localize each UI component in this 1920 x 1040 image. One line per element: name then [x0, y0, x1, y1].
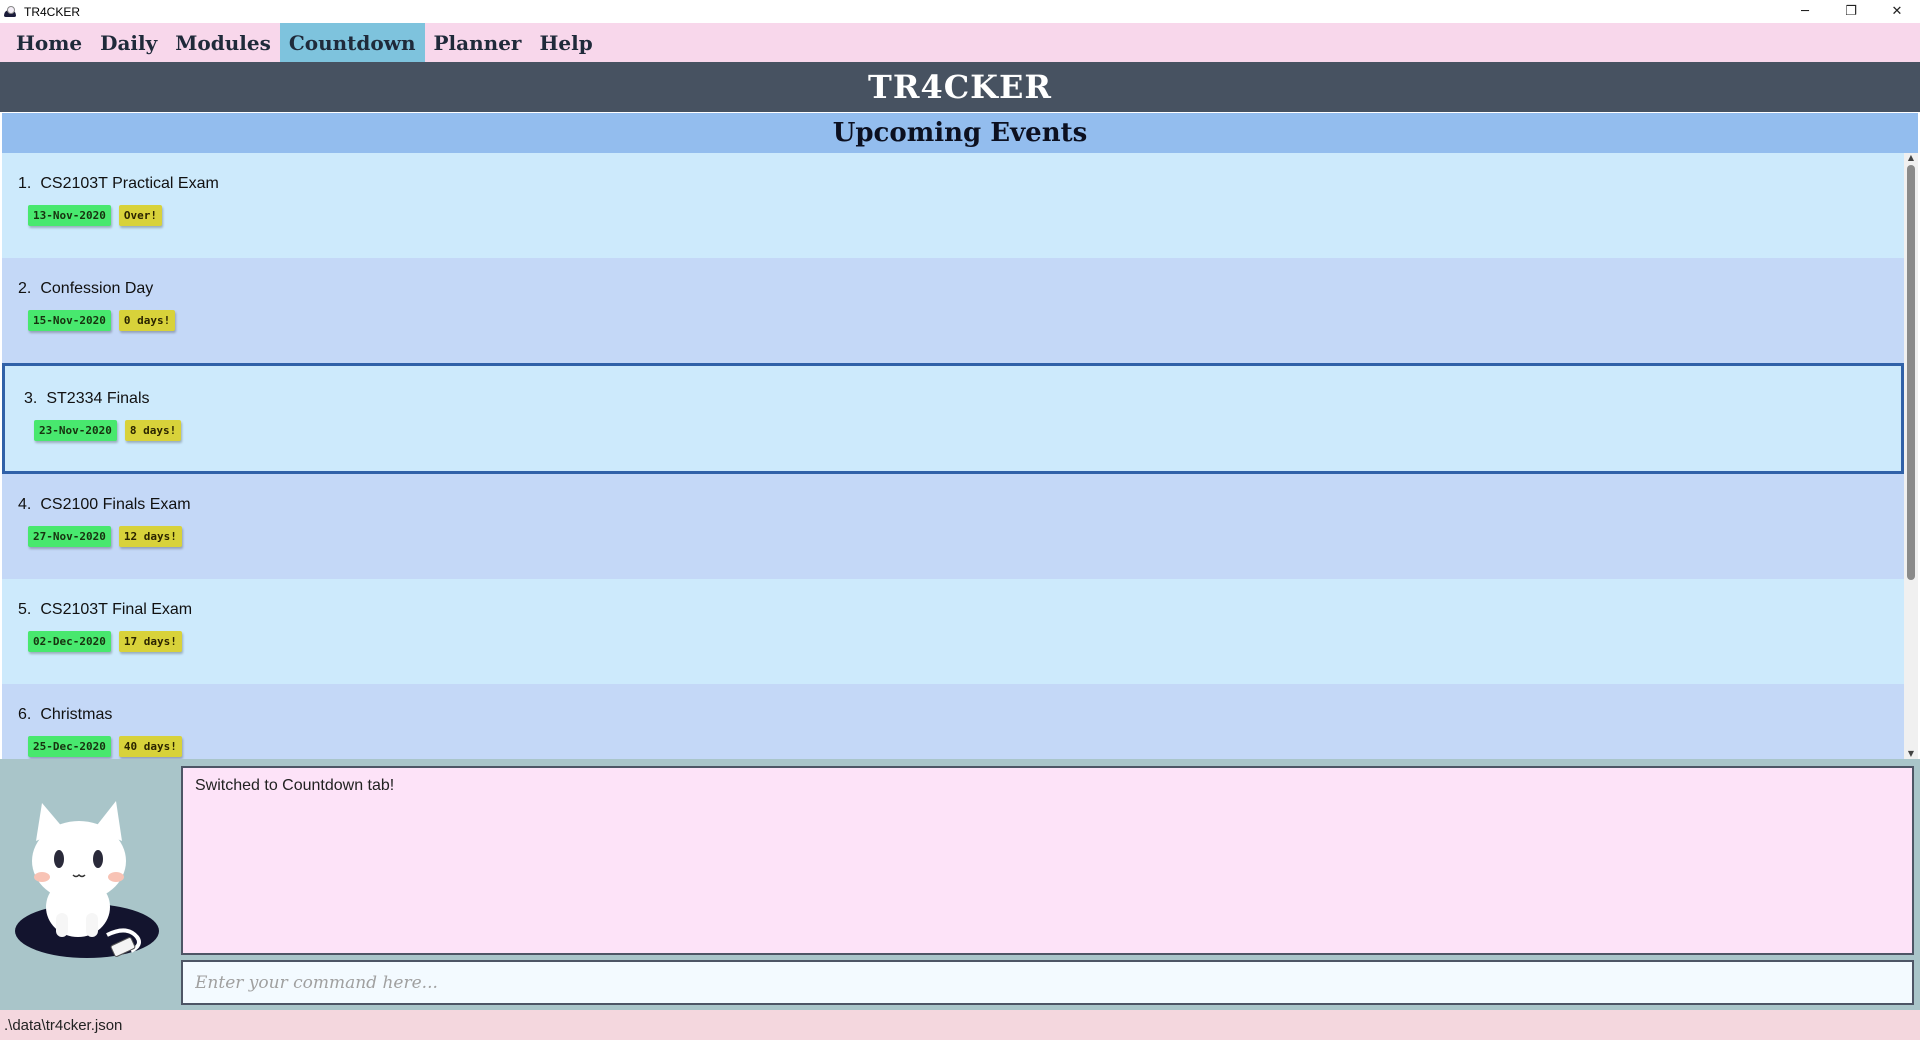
- event-index: 2.: [18, 280, 32, 297]
- app-title: TR4CKER: [868, 68, 1052, 106]
- event-row[interactable]: 3. ST2334 Finals 23-Nov-2020 8 days!: [2, 363, 1904, 474]
- event-row[interactable]: 1. CS2103T Practical Exam 13-Nov-2020 Over!: [2, 153, 1904, 258]
- event-name: CS2100 Finals Exam: [40, 496, 191, 513]
- event-date-tag: 13-Nov-2020: [28, 205, 111, 226]
- event-name: ST2334 Finals: [46, 390, 150, 407]
- tab-modules[interactable]: Modules: [166, 23, 280, 62]
- event-tags: 23-Nov-2020 8 days!: [34, 420, 1901, 441]
- event-title: 1. CS2103T Practical Exam: [18, 175, 1904, 193]
- event-countdown-tag: 0 days!: [118, 310, 176, 331]
- event-tags: 02-Dec-2020 17 days!: [28, 631, 1904, 652]
- event-title: 3. ST2334 Finals: [24, 390, 1901, 408]
- event-name: CS2103T Final Exam: [40, 601, 193, 618]
- event-index: 4.: [18, 496, 32, 513]
- event-tags: 25-Dec-2020 40 days!: [28, 736, 1904, 757]
- event-tags: 27-Nov-2020 12 days!: [28, 526, 1904, 547]
- event-tags: 13-Nov-2020 Over!: [28, 205, 1904, 226]
- scroll-up-arrow-icon[interactable]: ▲: [1906, 153, 1916, 163]
- event-row[interactable]: 5. CS2103T Final Exam 02-Dec-2020 17 days!: [2, 579, 1904, 684]
- event-index: 5.: [18, 601, 32, 618]
- result-display: Switched to Countdown tab!: [181, 766, 1914, 955]
- event-date-tag: 02-Dec-2020: [28, 631, 111, 652]
- command-input[interactable]: [183, 962, 1912, 1003]
- event-countdown-tag: 12 days!: [118, 526, 182, 547]
- window-titlebar: TR4CKER ─ ❐ ✕: [0, 0, 1920, 23]
- event-countdown-tag: Over!: [118, 205, 162, 226]
- event-row[interactable]: 2. Confession Day 15-Nov-2020 0 days!: [2, 258, 1904, 363]
- event-title: 6. Christmas: [18, 706, 1904, 724]
- cat-mascot-icon: [15, 801, 159, 958]
- maximize-button[interactable]: ❐: [1828, 0, 1874, 23]
- close-button[interactable]: ✕: [1874, 0, 1920, 23]
- window-title: TR4CKER: [24, 4, 81, 19]
- menu-bar: Home Daily Modules Countdown Planner Help: [0, 23, 1920, 62]
- minimize-button[interactable]: ─: [1782, 0, 1828, 23]
- scrollbar-thumb[interactable]: [1907, 165, 1915, 580]
- bottom-panel: Switched to Countdown tab!: [0, 759, 1920, 1010]
- app-header: TR4CKER: [0, 62, 1920, 112]
- event-name: Confession Day: [40, 280, 154, 297]
- event-list[interactable]: 1. CS2103T Practical Exam 13-Nov-2020 Over!…: [2, 153, 1904, 759]
- event-index: 1.: [18, 175, 32, 192]
- tab-help[interactable]: Help: [530, 23, 601, 62]
- tab-daily[interactable]: Daily: [91, 23, 166, 62]
- status-bar: .\data\tr4cker.json: [0, 1010, 1920, 1040]
- event-name: Christmas: [40, 706, 113, 723]
- event-countdown-tag: 17 days!: [118, 631, 182, 652]
- event-date-tag: 15-Nov-2020: [28, 310, 111, 331]
- scroll-down-arrow-icon[interactable]: ▼: [1906, 749, 1916, 759]
- event-index: 6.: [18, 706, 32, 723]
- event-name: CS2103T Practical Exam: [40, 175, 219, 192]
- section-title: Upcoming Events: [2, 113, 1918, 153]
- section-title-text: Upcoming Events: [832, 118, 1088, 148]
- tab-planner[interactable]: Planner: [425, 23, 531, 62]
- data-file-path: .\data\tr4cker.json: [4, 1016, 123, 1034]
- event-tags: 15-Nov-2020 0 days!: [28, 310, 1904, 331]
- event-row[interactable]: 6. Christmas 25-Dec-2020 40 days!: [2, 684, 1904, 759]
- tab-home[interactable]: Home: [7, 23, 91, 62]
- event-countdown-tag: 40 days!: [118, 736, 182, 757]
- event-date-tag: 25-Dec-2020: [28, 736, 111, 757]
- event-title: 5. CS2103T Final Exam: [18, 601, 1904, 619]
- app-icon: [4, 5, 18, 18]
- event-date-tag: 23-Nov-2020: [34, 420, 117, 441]
- event-row[interactable]: 4. CS2100 Finals Exam 27-Nov-2020 12 days!: [2, 474, 1904, 579]
- event-title: 4. CS2100 Finals Exam: [18, 496, 1904, 514]
- command-box[interactable]: [181, 960, 1914, 1005]
- event-date-tag: 27-Nov-2020: [28, 526, 111, 547]
- event-index: 3.: [24, 390, 38, 407]
- tab-countdown[interactable]: Countdown: [279, 23, 425, 62]
- event-title: 2. Confession Day: [18, 280, 1904, 298]
- event-countdown-tag: 8 days!: [124, 420, 182, 441]
- event-list-scrollbar[interactable]: ▲ ▼: [1904, 153, 1918, 759]
- result-text: Switched to Countdown tab!: [195, 777, 395, 794]
